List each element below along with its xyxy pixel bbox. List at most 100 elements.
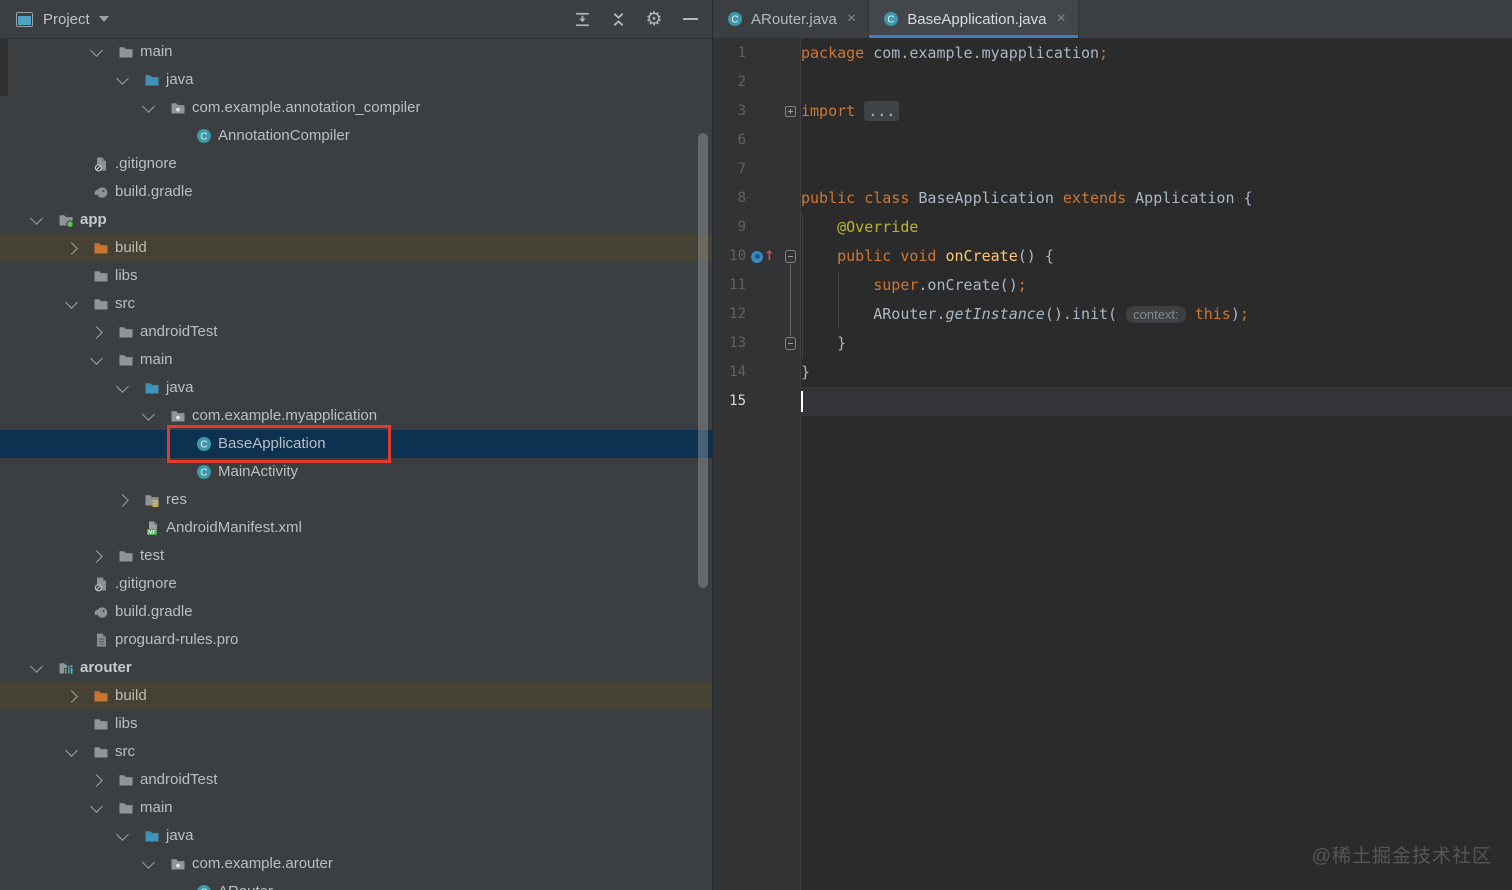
- tree-item-libs[interactable]: libs: [0, 262, 712, 290]
- tree-item-java[interactable]: java: [0, 374, 712, 402]
- chevron-down-icon[interactable]: [90, 44, 103, 57]
- code-line-6[interactable]: 6: [713, 126, 1512, 155]
- code-line-1[interactable]: 1 package com.example.myapplication;: [713, 39, 1512, 68]
- code-line-10[interactable]: 10 ↑ public void onCreate() {: [713, 242, 1512, 271]
- tree-item-label: java: [166, 71, 194, 88]
- chevron-down-icon[interactable]: [30, 660, 43, 673]
- code-token: public void: [837, 247, 937, 265]
- tree-item-src[interactable]: src: [0, 738, 712, 766]
- tree-item-java[interactable]: java: [0, 66, 712, 94]
- tree-item-test[interactable]: test: [0, 542, 712, 570]
- fold-column: [780, 126, 800, 155]
- code-line-9[interactable]: 9 @Override: [713, 213, 1512, 242]
- tree-item-annotationcompiler[interactable]: C AnnotationCompiler: [0, 122, 712, 150]
- chevron-right-icon[interactable]: [90, 326, 103, 339]
- tree-item-androidtest[interactable]: androidTest: [0, 766, 712, 794]
- tree-item-libs[interactable]: libs: [0, 710, 712, 738]
- code-editor[interactable]: 1 package com.example.myapplication; 2 3 imp…: [713, 38, 1512, 890]
- chevron-down-icon[interactable]: [98, 16, 109, 22]
- chevron-down-icon[interactable]: [116, 380, 129, 393]
- hide-panel-icon[interactable]: [680, 9, 700, 29]
- chevron-right-icon[interactable]: [116, 494, 129, 507]
- expand-all-icon[interactable]: [572, 9, 592, 29]
- chevron-right-icon[interactable]: [65, 242, 78, 255]
- tree-item-baseapplication[interactable]: C BaseApplication: [0, 430, 712, 458]
- tree-item--gitignore[interactable]: .gitignore: [0, 150, 712, 178]
- project-panel-title[interactable]: Project: [43, 11, 90, 28]
- code-line-2[interactable]: 2: [713, 68, 1512, 97]
- line-number: 7: [737, 161, 746, 177]
- code-token: package: [801, 44, 865, 62]
- editor-tab-baseapplication-java[interactable]: C BaseApplication.java ×: [869, 0, 1079, 38]
- code-line-12[interactable]: 12 ARouter.getInstance().init( context: …: [713, 300, 1512, 329]
- tree-item-arouter[interactable]: arouter: [0, 654, 712, 682]
- tree-item-proguard-rules-pro[interactable]: proguard-rules.pro: [0, 626, 712, 654]
- tree-item-arouter[interactable]: C ARouter: [0, 878, 712, 890]
- code-line-15[interactable]: 15: [713, 387, 1512, 416]
- gutter-icon-area: [746, 213, 780, 242]
- tree-item-mainactivity[interactable]: C MainActivity: [0, 458, 712, 486]
- tree-item-label: .gitignore: [115, 155, 177, 172]
- chevron-right-icon[interactable]: [90, 550, 103, 563]
- chevron-down-icon[interactable]: [116, 828, 129, 841]
- chevron-down-icon[interactable]: [65, 296, 78, 309]
- svg-text:C: C: [200, 468, 207, 479]
- fold-column: [780, 387, 800, 416]
- svg-text:MF: MF: [148, 530, 156, 536]
- project-panel: Project ⚙ main java com.example.annotati…: [0, 0, 713, 890]
- gradle-icon: [93, 604, 109, 620]
- chevron-down-icon[interactable]: [116, 72, 129, 85]
- tree-item-com-example-arouter[interactable]: com.example.arouter: [0, 850, 712, 878]
- tree-item-app[interactable]: app: [0, 206, 712, 234]
- tree-scrollbar[interactable]: [698, 133, 708, 588]
- chevron-down-icon[interactable]: [142, 408, 155, 421]
- tree-item-build[interactable]: build: [0, 234, 712, 262]
- tree-item-build-gradle[interactable]: build.gradle: [0, 598, 712, 626]
- folder-icon: [93, 716, 109, 732]
- tree-item-build[interactable]: build: [0, 682, 712, 710]
- tree-item-src[interactable]: src: [0, 290, 712, 318]
- tree-item-main[interactable]: main: [0, 794, 712, 822]
- code-text: public void onCreate() {: [800, 242, 1512, 271]
- tree-item-com-example-annotation-compiler[interactable]: com.example.annotation_compiler: [0, 94, 712, 122]
- chevron-down-icon[interactable]: [65, 744, 78, 757]
- code-line-3[interactable]: 3 import ...: [713, 97, 1512, 126]
- fold-region-icon[interactable]: [780, 329, 800, 358]
- close-icon[interactable]: ×: [845, 10, 858, 28]
- code-line-11[interactable]: 11 super.onCreate();: [713, 271, 1512, 300]
- line-number: 15: [729, 393, 746, 409]
- chevron-down-icon[interactable]: [90, 352, 103, 365]
- code-line-14[interactable]: 14}: [713, 358, 1512, 387]
- overriding-method-icon[interactable]: ↑: [746, 242, 780, 271]
- module-app-icon: [58, 212, 74, 228]
- close-icon[interactable]: ×: [1055, 10, 1068, 28]
- fold-expand-icon[interactable]: [780, 97, 800, 126]
- collapse-all-icon[interactable]: [608, 9, 628, 29]
- chevron-down-icon[interactable]: [142, 100, 155, 113]
- chevron-down-icon[interactable]: [30, 212, 43, 225]
- class-icon: C: [196, 884, 212, 890]
- parameter-hint: context:: [1126, 306, 1186, 323]
- tree-item-java[interactable]: java: [0, 822, 712, 850]
- tree-item-build-gradle[interactable]: build.gradle: [0, 178, 712, 206]
- tree-item-androidtest[interactable]: androidTest: [0, 318, 712, 346]
- tree-item-main[interactable]: main: [0, 38, 712, 66]
- chevron-right-icon[interactable]: [90, 774, 103, 787]
- fold-region-icon[interactable]: [780, 242, 800, 271]
- chevron-down-icon[interactable]: [142, 856, 155, 869]
- package-icon: [170, 856, 186, 872]
- chevron-right-icon[interactable]: [65, 690, 78, 703]
- chevron-down-icon[interactable]: [90, 800, 103, 813]
- code-text: package com.example.myapplication;: [800, 39, 1512, 68]
- tree-item-main[interactable]: main: [0, 346, 712, 374]
- tree-item--gitignore[interactable]: .gitignore: [0, 570, 712, 598]
- editor-tab-arouter-java[interactable]: C ARouter.java ×: [713, 0, 870, 38]
- code-line-8[interactable]: 8 public class BaseApplication extends Ap…: [713, 184, 1512, 213]
- tree-item-com-example-myapplication[interactable]: com.example.myapplication: [0, 402, 712, 430]
- code-line-7[interactable]: 7: [713, 155, 1512, 184]
- code-line-13[interactable]: 13 }: [713, 329, 1512, 358]
- tree-item-androidmanifest-xml[interactable]: MF AndroidManifest.xml: [0, 514, 712, 542]
- tree-item-res[interactable]: res: [0, 486, 712, 514]
- code-text: [800, 387, 1512, 416]
- gear-icon[interactable]: ⚙: [644, 9, 664, 29]
